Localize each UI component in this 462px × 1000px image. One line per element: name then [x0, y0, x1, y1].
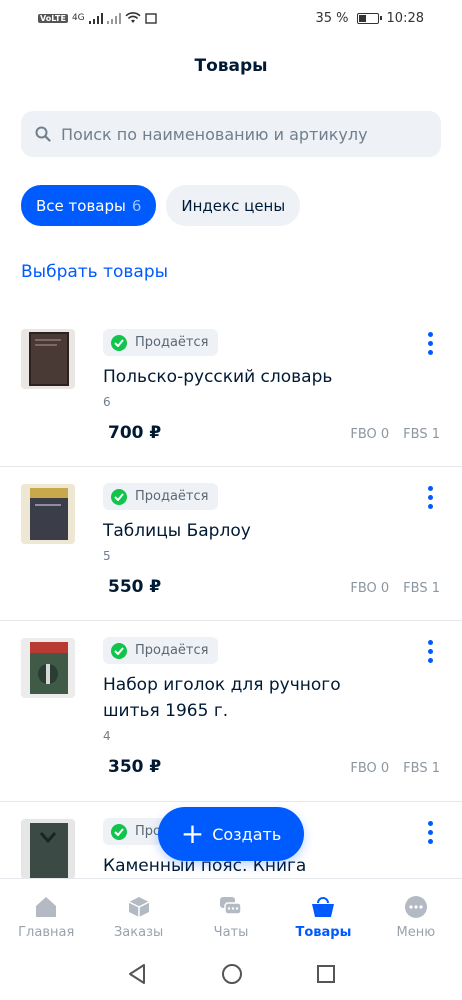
plus-icon: + [180, 817, 205, 850]
more-options-icon[interactable] [426, 486, 434, 509]
search-icon [35, 126, 51, 142]
product-price: 350 ₽ [108, 757, 162, 777]
system-nav-bar [0, 948, 462, 1000]
more-options-icon[interactable] [426, 332, 434, 355]
status-badge: Продаётся [103, 637, 219, 664]
back-icon[interactable] [126, 963, 148, 985]
filter-chips: Все товары 6 Индекс цены [21, 185, 301, 226]
tab-orders[interactable]: Заказы [92, 879, 184, 948]
check-icon [111, 642, 127, 659]
chip-price-index[interactable]: Индекс цены [166, 185, 301, 226]
check-icon [111, 488, 127, 505]
network-type: 4G [71, 13, 85, 23]
stock-info: FBO 0 FBS 1 [350, 581, 440, 596]
search-bar[interactable] [21, 111, 441, 157]
more-options-icon[interactable] [426, 640, 434, 663]
bottom-tab-bar: Главная Заказы Чаты Товары Меню [0, 878, 462, 948]
list-item[interactable]: Продаётся Набор иголок для ручного шитья… [0, 621, 462, 802]
tab-orders-label: Заказы [113, 925, 164, 940]
select-products-link[interactable]: Выбрать товары [21, 262, 168, 282]
product-name: Таблицы Барлоу [103, 521, 251, 541]
tab-home-label: Главная [18, 925, 75, 940]
chip-all-count: 6 [131, 196, 142, 215]
status-text: Продаётся [135, 489, 209, 504]
chip-all-label: Все товары [36, 196, 126, 215]
menu-dots-icon [404, 895, 428, 919]
product-image [21, 484, 75, 544]
product-image [21, 329, 75, 389]
stock-fbo: FBO 0 [350, 427, 390, 442]
product-image [21, 638, 75, 698]
product-image [21, 819, 75, 878]
tab-products[interactable]: Товары [277, 879, 369, 948]
stock-info: FBO 0 FBS 1 [350, 427, 440, 442]
product-name: Польско-русский словарь [103, 367, 333, 387]
clock: 10:28 [386, 10, 424, 26]
stock-fbo: FBO 0 [350, 761, 390, 776]
stock-fbs: FBS 1 [403, 761, 440, 776]
status-right: 35 % 10:28 [316, 11, 425, 26]
signal-icon [106, 12, 121, 24]
status-badge: Продаётся [103, 329, 219, 356]
home-icon [34, 895, 58, 919]
status-badge: Продаётся [103, 483, 219, 510]
chat-icon [219, 895, 243, 919]
product-price: 700 ₽ [108, 423, 162, 443]
notification-icon [144, 13, 157, 24]
list-item[interactable]: Продаётся Таблицы Барлоу 5 550 ₽ FBO 0 F… [0, 467, 462, 621]
battery-percent: 35 % [315, 10, 349, 26]
wifi-icon [125, 12, 141, 23]
tab-menu[interactable]: Меню [370, 879, 462, 948]
volte-icon: VoLTE [38, 13, 68, 23]
status-bar: VoLTE 4G 35 % 10:28 [0, 0, 462, 36]
check-icon [111, 334, 127, 351]
product-name: Набор иголок для ручного шитья 1965 г. [103, 675, 341, 721]
stock-fbs: FBS 1 [403, 581, 440, 596]
page-title: Товары [194, 56, 268, 76]
product-sku: 5 [103, 549, 111, 563]
chip-price-index-label: Индекс цены [181, 196, 286, 215]
tab-menu-label: Меню [396, 925, 436, 940]
tab-chats[interactable]: Чаты [185, 879, 277, 948]
chip-all-products[interactable]: Все товары 6 [21, 185, 157, 226]
product-sku: 4 [103, 729, 111, 743]
box-icon [128, 895, 150, 919]
stock-fbo: FBO 0 [350, 581, 390, 596]
create-button-label: Создать [212, 824, 282, 844]
signal-icon [88, 12, 103, 24]
product-sku: 6 [103, 395, 111, 409]
list-item[interactable]: Продаётся Польско-русский словарь 6 700 … [0, 312, 462, 467]
more-options-icon[interactable] [426, 821, 434, 844]
create-button[interactable]: + Создать [158, 807, 304, 861]
tab-chats-label: Чаты [213, 925, 249, 940]
status-icons: VoLTE 4G [38, 12, 157, 24]
status-text: Продаётся [135, 335, 209, 350]
stock-fbs: FBS 1 [403, 427, 440, 442]
stock-info: FBO 0 FBS 1 [350, 761, 440, 776]
home-nav-icon[interactable] [221, 963, 243, 985]
recents-icon[interactable] [316, 964, 336, 984]
tab-home[interactable]: Главная [0, 879, 92, 948]
bag-icon [311, 895, 335, 919]
search-input[interactable] [61, 124, 421, 144]
check-icon [111, 823, 127, 840]
tab-products-label: Товары [295, 925, 352, 940]
status-text: Продаётся [135, 643, 209, 658]
battery-icon [356, 12, 382, 24]
product-price: 550 ₽ [108, 577, 162, 597]
